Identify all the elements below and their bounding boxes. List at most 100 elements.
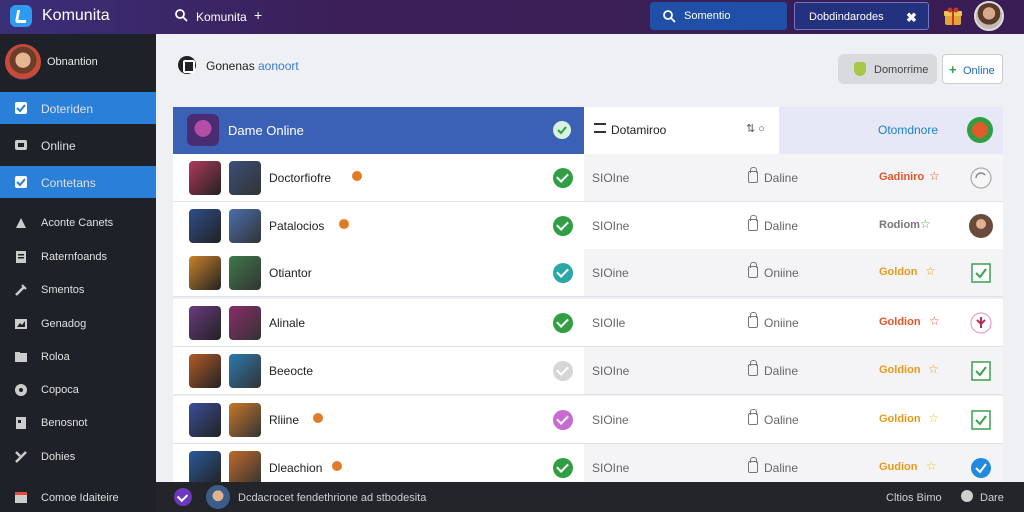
column-header-name[interactable]: Dame Online	[173, 107, 584, 154]
star-icon[interactable]: ☆	[926, 459, 937, 473]
settings-icon	[16, 218, 26, 228]
star-icon[interactable]: ☆	[925, 264, 936, 278]
player-name[interactable]: Alinale	[269, 316, 305, 330]
column-header-rank[interactable]: Otomdnore	[779, 107, 1003, 154]
sidebar-item-dohies[interactable]: Dohies	[0, 441, 156, 473]
search-button[interactable]: Somentio	[650, 2, 787, 30]
player-avatar[interactable]	[229, 256, 261, 290]
player-avatar[interactable]	[189, 354, 221, 388]
select-all-checkbox[interactable]	[553, 121, 571, 139]
sidebar-item-online[interactable]: Online	[0, 129, 156, 161]
player-avatar[interactable]	[189, 161, 221, 195]
sidebar-avatar[interactable]	[5, 44, 41, 80]
row-checkbox[interactable]	[553, 361, 573, 381]
badge-icon	[352, 171, 363, 181]
app-logo-icon[interactable]	[10, 5, 32, 27]
calendar-icon	[15, 492, 27, 503]
player-name[interactable]: Patalocios	[269, 219, 324, 233]
row-checkbox[interactable]	[553, 458, 573, 478]
sidebar-item-doteriden[interactable]: Doteriden	[0, 92, 156, 124]
row-checkbox[interactable]	[553, 313, 573, 333]
domorrime-button[interactable]: Domorrime	[838, 54, 937, 84]
row-user-cell[interactable]: Alinale	[173, 299, 584, 347]
sidebar-item-genadog[interactable]: Genadog	[0, 308, 156, 340]
table-row[interactable]: Rliine SIOine Oaline Goldion ☆	[173, 396, 1003, 444]
table-row[interactable]: Beeocte SIOIne Daline Goldion ☆	[173, 347, 1003, 395]
table-row[interactable]: Alinale SIOIle Oniine Goldion ☆	[173, 299, 1003, 347]
column-header-status[interactable]: Dotamiroo ⇅ ○	[584, 107, 779, 154]
table-row[interactable]: Doctorfiofre SIOIne Daline Gadiniro ☆	[173, 154, 1003, 202]
sidebar-item-benosnot[interactable]: Benosnot	[0, 407, 156, 439]
list-icon	[16, 251, 26, 263]
app-name: Komunita	[42, 7, 110, 24]
sidebar-item-aconte-canets[interactable]: Aconte Canets	[0, 207, 156, 239]
player-name[interactable]: Dleachion	[269, 461, 322, 475]
row-user-cell[interactable]: Otiantor	[173, 249, 584, 297]
sidebar-item-roloa[interactable]: Roloa	[0, 341, 156, 373]
verified-icon[interactable]	[174, 488, 192, 506]
badge-icon[interactable]	[967, 117, 993, 143]
player-avatar[interactable]	[229, 354, 261, 388]
sidebar-item-raternfoands[interactable]: Raternfoands	[0, 241, 156, 273]
table-row[interactable]: Patalocios SIOIne Daline Rodiom ☆	[173, 202, 1003, 250]
sidebar-item-contetans[interactable]: Contetans	[0, 166, 156, 198]
top-title[interactable]: Komunita	[196, 10, 247, 24]
player-name[interactable]: Rliine	[269, 413, 299, 427]
check-circle-icon[interactable]	[969, 456, 993, 480]
row-user-cell[interactable]: Doctorfiofre	[173, 154, 584, 202]
row-user-cell[interactable]: Rliine	[173, 396, 584, 444]
player-avatar[interactable]	[229, 161, 261, 195]
row-checkbox[interactable]	[553, 168, 573, 188]
sidebar-item-smentos[interactable]: Smentos	[0, 274, 156, 306]
clover-icon[interactable]	[969, 311, 993, 335]
star-icon[interactable]: ☆	[928, 362, 939, 376]
player-avatar[interactable]	[229, 306, 261, 340]
player-name[interactable]: Otiantor	[269, 266, 312, 280]
player-name[interactable]: Doctorfiofre	[269, 171, 331, 185]
row-checkbox[interactable]	[553, 263, 573, 283]
status-stats[interactable]: Cltios Bimo	[886, 492, 942, 504]
rank-label: Goldion	[879, 364, 921, 376]
sort-icon[interactable]: ⇅ ○	[746, 122, 765, 135]
search-icon[interactable]	[174, 8, 188, 22]
player-name[interactable]: Beeocte	[269, 364, 313, 378]
star-icon[interactable]: ☆	[920, 217, 931, 231]
player-avatar[interactable]	[189, 256, 221, 290]
column-header-label: Dotamiroo	[611, 123, 667, 137]
footer-avatar[interactable]	[206, 485, 230, 509]
checkbox-icon[interactable]	[969, 408, 993, 432]
table-row[interactable]: Otiantor SIOine Oniine Goldon ☆	[173, 249, 1003, 297]
status-text: SIOIle	[592, 316, 626, 330]
player-avatar[interactable]	[229, 403, 261, 437]
star-icon[interactable]: ☆	[928, 411, 939, 425]
tools-icon	[15, 451, 27, 463]
player-avatar[interactable]	[189, 209, 221, 243]
sidebar-footer[interactable]: Comoe Idaiteire	[0, 482, 156, 512]
breadcrumb-item[interactable]: Gonenas	[206, 59, 255, 73]
add-icon[interactable]: +	[254, 7, 262, 23]
avatar-icon[interactable]	[969, 214, 993, 238]
row-checkbox[interactable]	[553, 410, 573, 430]
star-icon[interactable]: ☆	[929, 169, 940, 183]
breadcrumb-link[interactable]: aonoort	[258, 59, 299, 73]
star-icon[interactable]: ☆	[929, 314, 940, 328]
dashboard-button[interactable]: Dobdindarodes ✖	[794, 2, 929, 30]
sidebar-item-copoca[interactable]: Copoca	[0, 374, 156, 406]
row-checkbox[interactable]	[553, 216, 573, 236]
column-header-label: Dame Online	[228, 123, 304, 138]
gift-icon[interactable]	[942, 5, 964, 27]
player-avatar[interactable]	[189, 403, 221, 437]
player-avatar[interactable]	[189, 306, 221, 340]
checkbox-icon[interactable]	[969, 359, 993, 383]
user-avatar[interactable]	[974, 1, 1004, 31]
row-user-cell[interactable]: Beeocte	[173, 347, 584, 395]
player-avatar[interactable]	[229, 451, 261, 485]
help-icon[interactable]	[961, 490, 973, 502]
player-avatar[interactable]	[229, 209, 261, 243]
online-button[interactable]: + Online	[942, 54, 1003, 84]
row-user-cell[interactable]: Patalocios	[173, 202, 584, 250]
refresh-icon[interactable]	[969, 166, 993, 190]
help-label[interactable]: Dare	[980, 492, 1004, 504]
player-avatar[interactable]	[189, 451, 221, 485]
checkbox-icon[interactable]	[969, 261, 993, 285]
